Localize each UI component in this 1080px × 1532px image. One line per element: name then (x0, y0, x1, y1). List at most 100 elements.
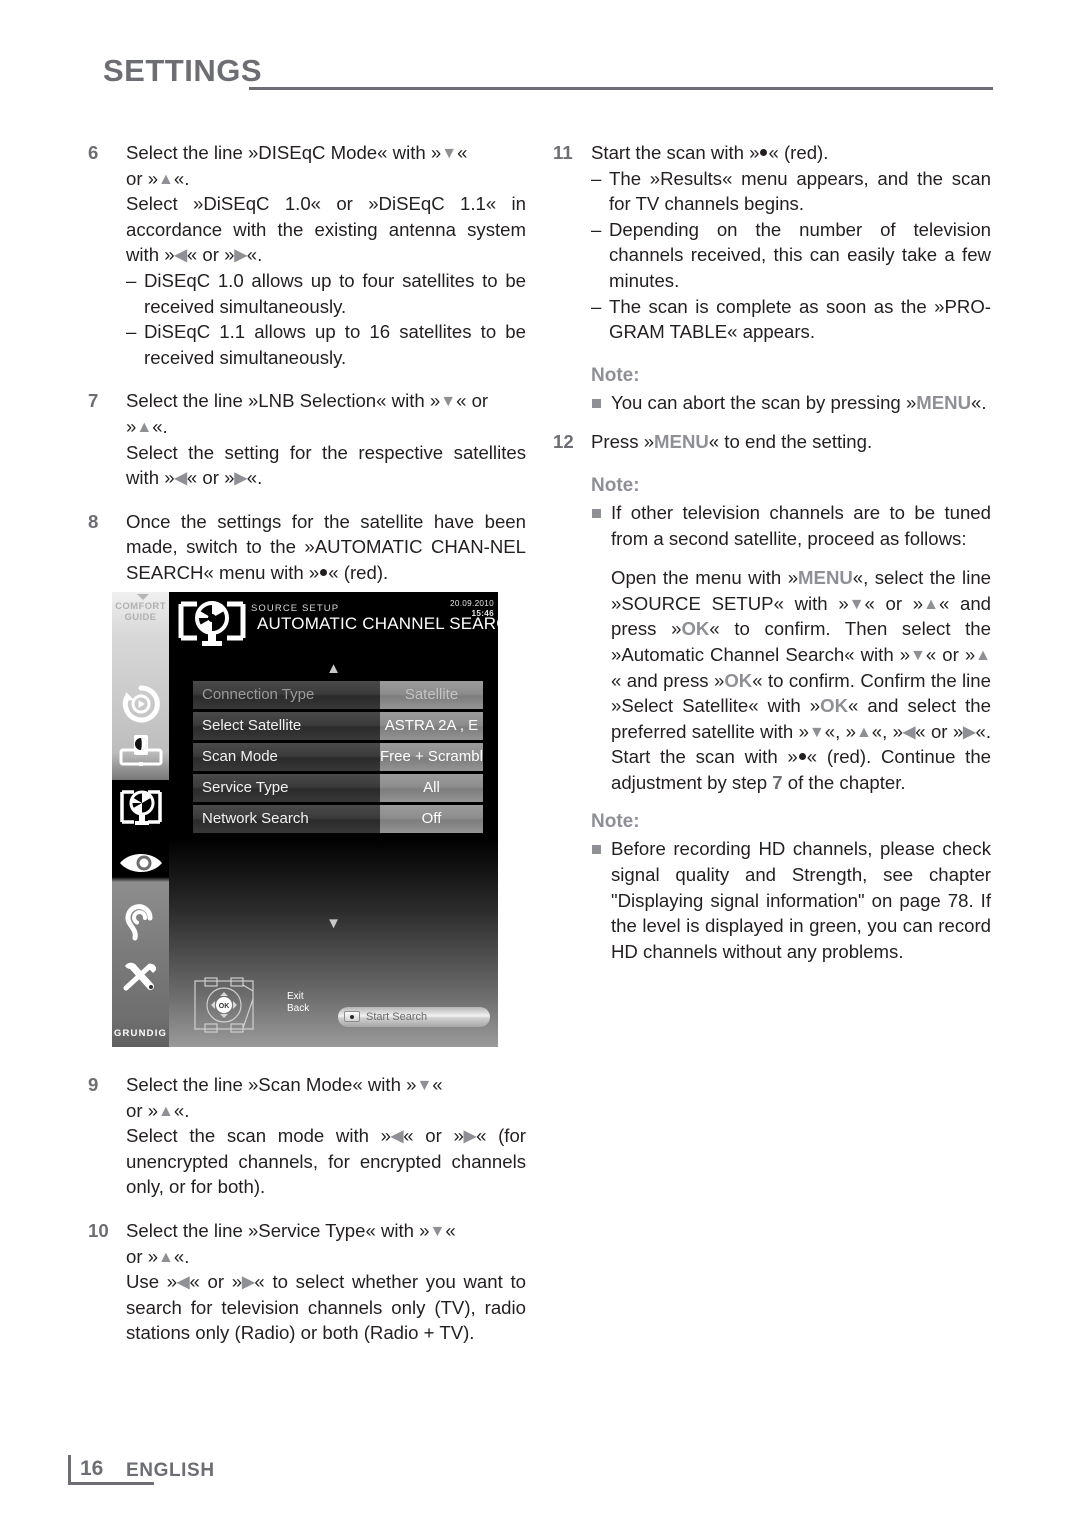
scroll-up-caret-icon[interactable]: ▲ (169, 661, 498, 676)
tv-date: 20.09.2010 (450, 599, 494, 608)
step-8-text-b: « (red). (328, 561, 389, 583)
list-item: Depending on the number of television ch… (591, 217, 991, 294)
media-playback-icon[interactable] (112, 684, 169, 729)
step-11-body: Start the scan with » « (red). The »Resul… (591, 140, 991, 345)
row-label: Select Satellite (193, 712, 380, 740)
step-7-line1-a: Select the line »LNB Selection« with » (126, 390, 441, 412)
step-6: 6 Select the line »DISEqC Mode« with »▼«… (88, 140, 526, 370)
hint-back: Back (287, 1003, 310, 1014)
step-7-para2-b: « or » (186, 467, 235, 489)
table-row[interactable]: Connection Type Satellite (193, 681, 483, 709)
arrow-up-icon: ▲ (855, 723, 872, 741)
ear-sound-settings-icon[interactable] (112, 904, 169, 949)
eye-picture-settings-icon[interactable] (112, 850, 169, 881)
ok-key-label: OK (724, 669, 753, 691)
tv-menu-screenshot: COMFORT GUIDE GRUNDIG SOURCE SETUP AUTOM… (112, 592, 498, 1047)
step-10-line2-b: «. (173, 1245, 190, 1267)
step-8-number: 8 (88, 510, 99, 532)
table-row[interactable]: Scan Mode Free + Scramble (193, 743, 483, 771)
step-reference: 7 (772, 771, 783, 793)
tools-special-functions-icon[interactable] (112, 958, 169, 1001)
note-paragraph: Open the menu with »MENU«, select the li… (591, 565, 991, 795)
step-10-line1-a: Select the line »Service Type« with » (126, 1219, 430, 1241)
step-11-bullets: The »Results« menu appears, and the scan… (591, 166, 991, 345)
right-column: 11 Start the scan with » « (red). The »Re… (553, 140, 991, 978)
list-item: DiSEqC 1.0 allows up to four satellites … (126, 268, 526, 319)
arrow-up-icon: ▲ (158, 1102, 174, 1120)
note-abort-scan: Note: You can abort the scan by pressing… (591, 363, 991, 416)
step-7-number: 7 (88, 390, 99, 412)
arrow-left-icon: ◀ (174, 247, 187, 265)
step-7-line2-a: » (126, 415, 137, 437)
step-10: 10 Select the line »Service Type« with »… (88, 1218, 526, 1346)
dpad-hint-labels: Exit Back (287, 991, 309, 1015)
step-12-number: 12 (553, 431, 574, 453)
step-9-para2-a: Select the scan mode with » (126, 1125, 391, 1147)
satellite-source-setup-icon (112, 786, 169, 833)
step-6-line1-a: Select the line »DISEqC Mode« with » (126, 142, 442, 163)
row-label: Network Search (193, 805, 380, 833)
table-row[interactable]: Network Search Off (193, 805, 483, 833)
satellite-dish-logo-icon (177, 598, 247, 650)
left-column-lower: 9 Select the line »Scan Mode« with »▼« o… (88, 1072, 526, 1364)
tv-menu-title: AUTOMATIC CHANNEL SEARCH (257, 614, 498, 633)
n2-p10: «, » (824, 720, 856, 742)
sidebar-item-source-setup[interactable] (112, 780, 169, 838)
arrow-left-icon: ◀ (902, 723, 916, 741)
row-value[interactable]: ASTRA 2A , E (380, 712, 483, 740)
arrow-down-icon: ▼ (416, 1077, 433, 1094)
arrow-left-icon: ◀ (390, 1128, 404, 1146)
comfort-guide-line2: GUIDE (124, 612, 157, 623)
menu-key-label: MENU (916, 391, 972, 413)
row-value[interactable]: All (380, 774, 483, 802)
caret-up-icon (137, 594, 149, 600)
menu-key-label: MENU (798, 567, 853, 589)
step-9-number: 9 (88, 1074, 99, 1095)
step-7: 7 Select the line »LNB Selection« with »… (88, 388, 526, 490)
list-item: The »Results« menu appears, and the scan… (591, 166, 991, 217)
step-7-line1-b: « or (456, 390, 489, 412)
n2-p3: « or » (864, 592, 924, 614)
grundig-logo: GRUNDIG (113, 1028, 168, 1039)
ok-key-label: OK (681, 618, 710, 640)
arrow-left-icon: ◀ (174, 470, 187, 488)
list-item: The scan is complete as soon as the »PRO… (591, 294, 991, 345)
tv-menu-panel: SOURCE SETUP AUTOMATIC CHANNEL SEARCH 20… (169, 592, 498, 1047)
note1-text-b: «. (971, 391, 987, 413)
n2-p15: of the chapter. (782, 771, 906, 793)
hint-exit: Exit (287, 991, 304, 1002)
row-value[interactable]: Off (380, 805, 483, 833)
step-7-body: Select the line »LNB Selection« with »▼«… (126, 388, 526, 490)
note-item: Before recording HD channels, please che… (591, 836, 991, 964)
step-9-line2-b: «. (173, 1099, 190, 1121)
arrow-left-icon: ◀ (177, 1274, 190, 1292)
step-9-line1-b: « (432, 1074, 443, 1095)
step-12: 12 Press »MENU« to end the setting. (553, 429, 991, 455)
row-value[interactable]: Free + Scramble (380, 743, 483, 771)
step-9-para2-b: « or » (403, 1125, 464, 1147)
step-8: 8 Once the settings for the satellite ha… (88, 509, 526, 586)
step-6-para2-c: «. (246, 244, 263, 266)
start-search-button[interactable]: Start Search (338, 1007, 490, 1027)
table-row[interactable]: Select Satellite ASTRA 2A , E (193, 712, 483, 740)
step-11-text-b: « (red). (768, 142, 829, 163)
step-10-body: Select the line »Service Type« with »▼ « … (126, 1218, 526, 1346)
arrow-up-icon: ▲ (158, 1248, 174, 1266)
note-title: Note: (591, 811, 640, 833)
arrow-right-icon: ▶ (242, 1274, 255, 1292)
n2-p6: « or » (925, 643, 976, 665)
start-search-label: Start Search (366, 1011, 428, 1023)
arrow-up-icon: ▲ (136, 418, 153, 436)
step-10-para2-b: « or » (189, 1271, 243, 1293)
table-row[interactable]: Service Type All (193, 774, 483, 802)
step-7-para2-c: «. (246, 467, 263, 489)
external-sources-icon[interactable] (112, 732, 169, 775)
n2-p11: «, » (871, 720, 903, 742)
step-12-text-b: « to end the setting. (708, 431, 873, 453)
arrow-down-icon: ▼ (910, 646, 926, 664)
step-6-line2-b: «. (173, 167, 190, 189)
step-11: 11 Start the scan with » « (red). The »Re… (553, 140, 991, 345)
svg-text:OK: OK (219, 1003, 230, 1010)
row-value[interactable]: Satellite (380, 681, 483, 709)
scroll-down-caret-icon[interactable]: ▼ (169, 916, 498, 931)
